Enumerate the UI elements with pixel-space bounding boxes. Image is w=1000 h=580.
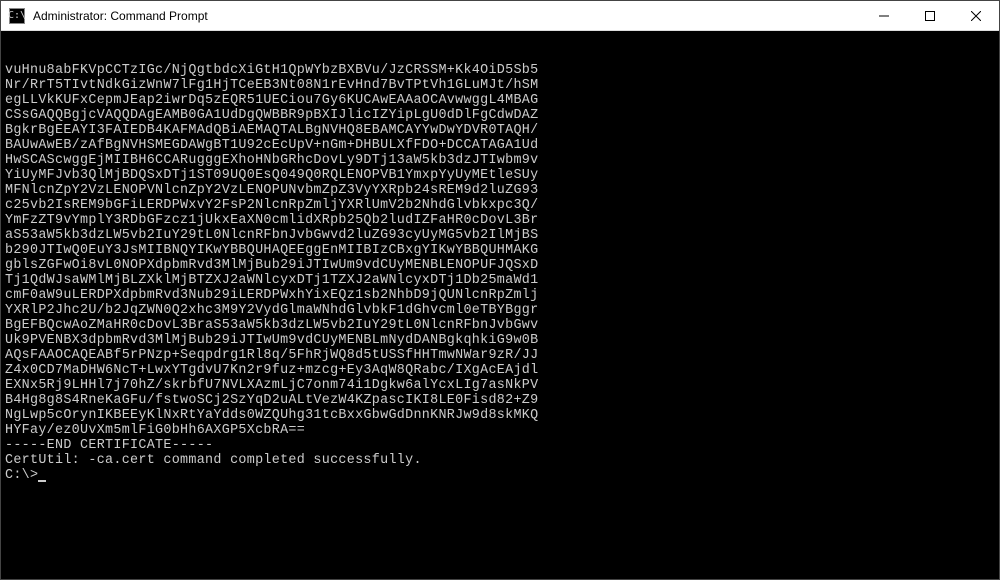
terminal-line: cmF0aW9uLERDPXdpbmRvd3Nub29iLERDPWxhYixE…: [5, 288, 995, 303]
terminal-line: YmFzZT9vYmplY3RDbGFzcz1jUkxEaXN0cmlidXRp…: [5, 213, 995, 228]
terminal-line: AQsFAAOCAQEABf5rPNzp+Seqpdrg1Rl8q/5FhRjW…: [5, 348, 995, 363]
terminal-line: Tj1QdWJsaWMlMjBLZXklMjBTZXJ2aWNlcyxDTj1T…: [5, 273, 995, 288]
terminal-line: CertUtil: -ca.cert command completed suc…: [5, 453, 995, 468]
prompt: C:\>: [5, 468, 38, 483]
terminal-line: c25vb2IsREM9bGFiLERDPWxvY2FsP2NlcnRpZmlj…: [5, 198, 995, 213]
minimize-button[interactable]: [861, 1, 907, 30]
cursor: [38, 480, 46, 482]
terminal-line: YXRlP2Jhc2U/b2JqZWN0Q2xhc3M9Y2VydGlmaWNh…: [5, 303, 995, 318]
terminal-output[interactable]: vuHnu8abFKVpCCTzIGc/NjQgtbdcXiGtH1QpWYbz…: [1, 31, 999, 579]
terminal-line: BgkrBgEEAYI3FAIEDB4KAFMAdQBiAEMAQTALBgNV…: [5, 123, 995, 138]
terminal-line: Nr/RrT5TIvtNdkGizWnW7lFg1HjTCeEB3Nt08N1r…: [5, 78, 995, 93]
terminal-line: Z4x0CD7MaDHW6NcT+LwxYTgdvU7Kn2r9fuz+mzcg…: [5, 363, 995, 378]
terminal-line: CSsGAQQBgjcVAQQDAgEAMB0GA1UdDgQWBBR9pBXI…: [5, 108, 995, 123]
command-prompt-window: C:\ Administrator: Command Prompt vuHnu8…: [0, 0, 1000, 580]
terminal-line: YiUyMFJvb3QlMjBDQSxDTj1ST09UQ0EsQ049Q0RQ…: [5, 168, 995, 183]
terminal-line: vuHnu8abFKVpCCTzIGc/NjQgtbdcXiGtH1QpWYbz…: [5, 63, 995, 78]
cmd-icon: C:\: [9, 8, 25, 24]
terminal-line: HwSCAScwggEjMIIBH6CCARugggEXhoHNbGRhcDov…: [5, 153, 995, 168]
terminal-line: b290JTIwQ0EuY3JsMIIBNQYIKwYBBQUHAQEEggEn…: [5, 243, 995, 258]
terminal-line: Uk9PVENBX3dpbmRvd3MlMjBub29iJTIwUm9vdCUy…: [5, 333, 995, 348]
terminal-line: BAUwAwEB/zAfBgNVHSMEGDAWgBT1U92cEcUpV+nG…: [5, 138, 995, 153]
maximize-button[interactable]: [907, 1, 953, 30]
terminal-line: EXNx5Rj9LHHl7j70hZ/skrbfU7NVLXAzmLjC7onm…: [5, 378, 995, 393]
terminal-line: HYFay/ez0UvXm5mlFiG0bHh6AXGP5XcbRA==: [5, 423, 995, 438]
titlebar[interactable]: C:\ Administrator: Command Prompt: [1, 1, 999, 31]
terminal-line: MFNlcnZpY2VzLENOPVNlcnZpY2VzLENOPUNvbmZp…: [5, 183, 995, 198]
window-title: Administrator: Command Prompt: [33, 9, 861, 23]
terminal-line: egLLVkKUFxCepmJEap2iwrDq5zEQR51UECiou7Gy…: [5, 93, 995, 108]
close-icon: [971, 11, 981, 21]
close-button[interactable]: [953, 1, 999, 30]
terminal-line: aS53aW5kb3dzLW5vb2IuY29tL0NlcnRFbnJvbGwv…: [5, 228, 995, 243]
terminal-line: NgLwp5cOrynIKBEEyKlNxRtYaYdds0WZQUhg31tc…: [5, 408, 995, 423]
terminal-line: -----END CERTIFICATE-----: [5, 438, 995, 453]
window-controls: [861, 1, 999, 30]
terminal-line: BgEFBQcwAoZMaHR0cDovL3BraS53aW5kb3dzLW5v…: [5, 318, 995, 333]
terminal-line: B4Hg8g8S4RneKaGFu/fstwoSCj2SzYqD2uALtVez…: [5, 393, 995, 408]
minimize-icon: [879, 11, 889, 21]
maximize-icon: [925, 11, 935, 21]
terminal-line: gblsZGFwOi8vL0NOPXdpbmRvd3MlMjBub29iJTIw…: [5, 258, 995, 273]
